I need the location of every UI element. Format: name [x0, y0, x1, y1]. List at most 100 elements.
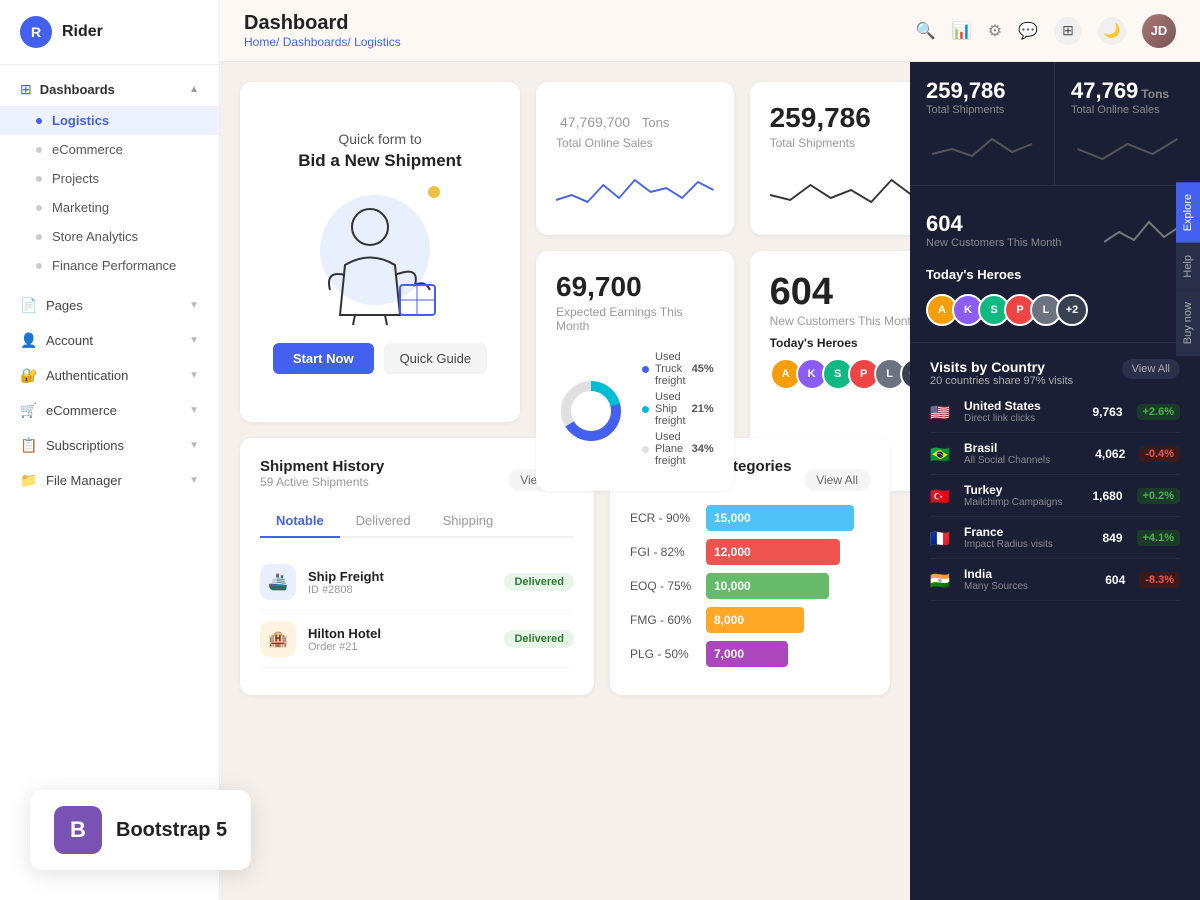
- bar-row-ecr: ECR - 90% 15,000: [630, 505, 870, 531]
- sidebar-authentication[interactable]: 🔐 Authentication ▼: [0, 358, 219, 393]
- stat-value-earnings: 69,700: [556, 271, 714, 303]
- dark-label-sales: Total Shipments: [926, 104, 1038, 116]
- right-panel: 259,786 Total Shipments 47,769Tons Total…: [910, 62, 1200, 900]
- sidebar-item-logistics[interactable]: Logistics: [0, 106, 219, 135]
- dot-icon: [36, 234, 42, 240]
- avatar[interactable]: JD: [1142, 14, 1176, 48]
- country-row-in: 🇮🇳 India Many Sources 604 -8.3%: [930, 559, 1180, 601]
- bar-label: FMG - 60%: [630, 613, 698, 627]
- sidebar-account[interactable]: 👤 Account ▼: [0, 323, 219, 358]
- dark-avatar-more: +2: [1056, 294, 1088, 326]
- dashboard: Quick form to Bid a New Shipment: [220, 62, 910, 900]
- dark-value-sales: 259,786: [926, 78, 1038, 104]
- selling-view-all-button[interactable]: View All: [804, 469, 870, 491]
- stat-label-sales: Total Online Sales: [556, 136, 714, 150]
- sidebar-item-ecommerce[interactable]: eCommerce: [0, 135, 219, 164]
- country-visits: 4,062: [1095, 447, 1125, 461]
- table-row: 🏨 Hilton Hotel Order #21 Delivered: [260, 611, 574, 668]
- settings-icon[interactable]: ⚙: [988, 21, 1002, 41]
- account-icon: 👤: [20, 332, 38, 349]
- bar-track: 7,000: [706, 641, 870, 667]
- side-tab-buy-now[interactable]: Buy now: [1176, 290, 1200, 356]
- shipment-id: Order #21: [308, 641, 492, 653]
- form-subtitle: Bid a New Shipment: [298, 151, 461, 171]
- content-area: Quick form to Bid a New Shipment: [220, 62, 1200, 900]
- dark-stat-shipments: 47,769Tons Total Online Sales: [1055, 62, 1200, 186]
- avatars-row: A K S P L +2: [770, 358, 910, 390]
- bar-fill: 15,000: [706, 505, 854, 531]
- dark-customers-label: New Customers This Month: [926, 237, 1062, 249]
- shipment-name: Ship Freight: [308, 569, 492, 584]
- country-row-tr: 🇹🇷 Turkey Mailchimp Campaigns 1,680 +0.2…: [930, 475, 1180, 517]
- country-visits: 9,763: [1092, 405, 1122, 419]
- country-row-us: 🇺🇸 United States Direct link clicks 9,76…: [930, 391, 1180, 433]
- chevron-right-icon: ▼: [189, 475, 199, 486]
- country-name: India: [964, 567, 1095, 581]
- stat-value-customers: 604: [770, 271, 910, 314]
- sidebar-subscriptions[interactable]: 📋 Subscriptions ▼: [0, 428, 219, 463]
- sidebar-item-store-analytics[interactable]: Store Analytics: [0, 222, 219, 251]
- chart-icon[interactable]: 📊: [952, 21, 972, 41]
- tab-notable[interactable]: Notable: [260, 505, 340, 538]
- sidebar-item-marketing[interactable]: Marketing: [0, 193, 219, 222]
- shipments-mini-chart: [770, 160, 910, 215]
- dot-icon: [36, 263, 42, 269]
- sidebar-dashboards-label: Dashboards: [40, 82, 115, 97]
- todays-heroes-label: Today's Heroes: [770, 336, 910, 350]
- country-change: +2.6%: [1137, 404, 1181, 420]
- donut-chart: [556, 376, 626, 446]
- bootstrap-text: Bootstrap 5: [116, 819, 227, 842]
- sidebar-pages[interactable]: 📄 Pages ▼: [0, 288, 219, 323]
- start-now-button[interactable]: Start Now: [273, 343, 374, 374]
- illustration: [300, 185, 460, 325]
- bar-fill: 10,000: [706, 573, 829, 599]
- tab-shipping[interactable]: Shipping: [427, 505, 510, 538]
- grid-icon[interactable]: ⊞: [1054, 17, 1082, 45]
- logo[interactable]: R Rider: [0, 0, 219, 65]
- form-buttons: Start Now Quick Guide: [273, 343, 487, 374]
- bar-track: 10,000: [706, 573, 870, 599]
- country-change: -8.3%: [1139, 572, 1180, 588]
- sidebar: R Rider ⊞ Dashboards ▲ Logistics eCommer…: [0, 0, 220, 900]
- quick-guide-button[interactable]: Quick Guide: [384, 343, 488, 374]
- illust-dots: [428, 185, 440, 203]
- form-title: Quick form to: [338, 131, 421, 147]
- bar-label: EOQ - 75%: [630, 579, 698, 593]
- tab-delivered[interactable]: Delivered: [340, 505, 427, 538]
- country-visits: 1,680: [1092, 489, 1122, 503]
- dot-icon: [36, 147, 42, 153]
- side-tab-help[interactable]: Help: [1176, 243, 1200, 290]
- stat-label-earnings: Expected Earnings This Month: [556, 305, 714, 333]
- ecommerce-icon: 🛒: [20, 402, 38, 419]
- file-manager-icon: 📁: [20, 472, 38, 489]
- side-tab-explore[interactable]: Explore: [1176, 182, 1200, 243]
- visits-by-country-section: Visits by Country 20 countries share 97%…: [910, 343, 1200, 900]
- search-icon[interactable]: 🔍: [916, 21, 936, 41]
- legend-plane: Used Plane freight 34%: [642, 431, 714, 467]
- page-title: Dashboard: [244, 12, 401, 35]
- sidebar-dashboards-header[interactable]: ⊞ Dashboards ▲: [0, 73, 219, 106]
- flag-fr: 🇫🇷: [930, 529, 954, 547]
- country-source: Mailchimp Campaigns: [964, 497, 1082, 508]
- bar-fill: 12,000: [706, 539, 840, 565]
- stat-label-customers: New Customers This Month: [770, 314, 910, 328]
- header: Dashboard Home/ Dashboards/ Logistics 🔍 …: [220, 0, 1200, 62]
- country-name: France: [964, 525, 1092, 539]
- sidebar-item-projects[interactable]: Projects: [0, 164, 219, 193]
- visits-view-all-button[interactable]: View All: [1122, 359, 1180, 379]
- visits-header: Visits by Country 20 countries share 97%…: [930, 359, 1180, 387]
- sidebar-ecommerce[interactable]: 🛒 eCommerce ▼: [0, 393, 219, 428]
- bar-label: PLG - 50%: [630, 647, 698, 661]
- logo-text: Rider: [62, 23, 103, 41]
- sidebar-file-manager[interactable]: 📁 File Manager ▼: [0, 463, 219, 498]
- message-icon[interactable]: 💬: [1018, 21, 1038, 41]
- sidebar-item-finance-performance[interactable]: Finance Performance: [0, 251, 219, 280]
- chevron-right-icon: ▼: [189, 370, 199, 381]
- country-visits: 849: [1102, 531, 1122, 545]
- country-name: Brasil: [964, 441, 1085, 455]
- bootstrap-overlay: B Bootstrap 5: [30, 790, 251, 870]
- heroes-title: Today's Heroes: [926, 267, 1184, 282]
- dark-mode-toggle[interactable]: 🌙: [1098, 17, 1126, 45]
- legend-ship: Used Ship freight 21%: [642, 391, 714, 427]
- dark-customers-value: 604: [926, 211, 1062, 237]
